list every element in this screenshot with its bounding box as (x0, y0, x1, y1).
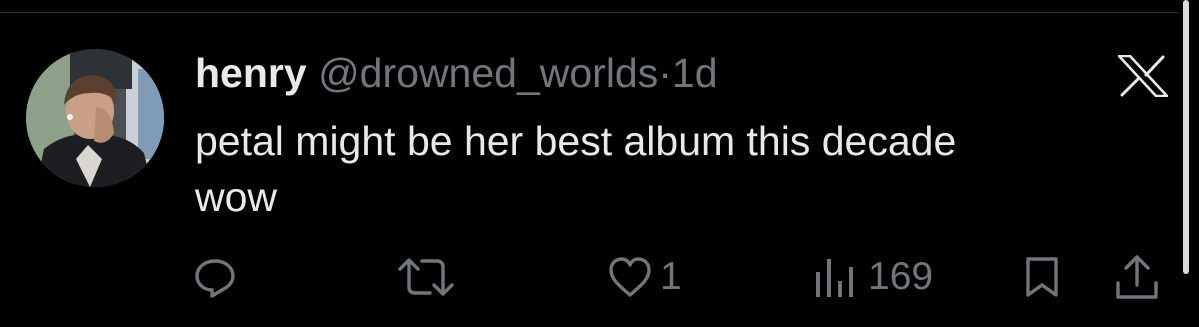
like-count: 1 (660, 255, 682, 298)
reply-button[interactable] (193, 252, 237, 302)
bookmark-icon (1026, 257, 1058, 297)
x-logo-icon (1118, 55, 1168, 97)
separator-dot: · (658, 50, 672, 96)
views-count: 169 (868, 255, 934, 298)
like-button[interactable]: 1 (608, 252, 682, 302)
top-divider (0, 12, 1178, 13)
views-button[interactable]: 169 (814, 252, 933, 302)
reply-icon (195, 259, 235, 298)
author-name[interactable]: henry (195, 50, 307, 96)
bookmark-button[interactable] (1022, 252, 1062, 302)
tweet-header: henry @drowned_worlds·1d (195, 46, 718, 100)
scrollbar[interactable] (1183, 0, 1189, 274)
views-icon (816, 259, 853, 297)
retweet-icon (398, 258, 454, 296)
timestamp[interactable]: 1d (672, 50, 718, 96)
avatar-photo (26, 49, 164, 187)
author-handle[interactable]: @drowned_worlds (318, 50, 658, 96)
tweet-text: petal might be her best album this decad… (195, 118, 957, 220)
retweet-button[interactable] (398, 252, 454, 302)
heart-icon (609, 257, 651, 297)
share-icon (1116, 255, 1158, 299)
avatar[interactable] (26, 49, 164, 187)
share-button[interactable] (1114, 252, 1160, 302)
